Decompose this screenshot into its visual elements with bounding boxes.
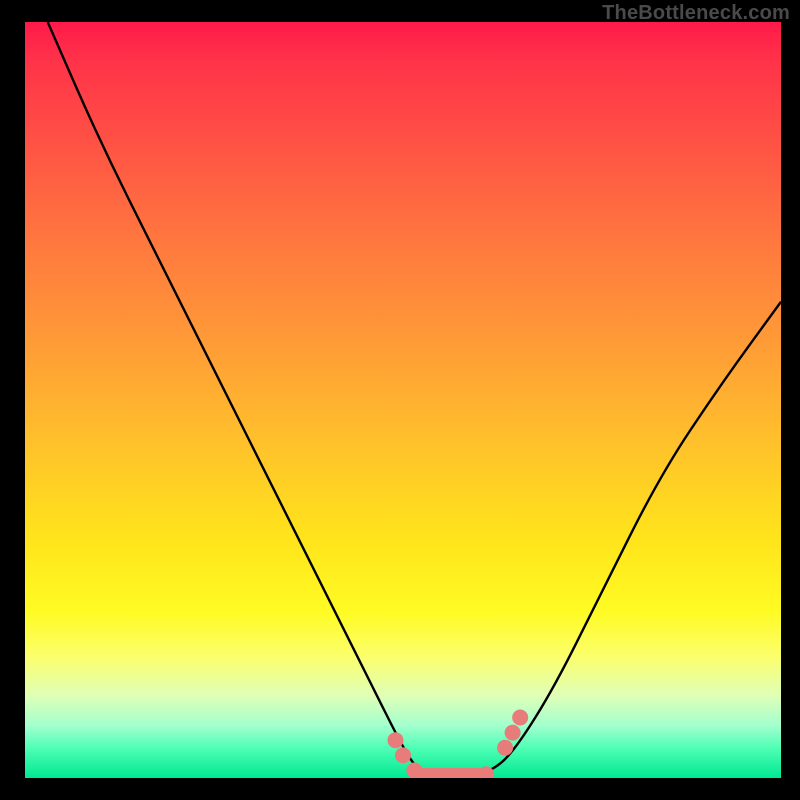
bottleneck-curve <box>48 22 781 778</box>
bottleneck-curve-svg <box>25 22 781 778</box>
curve-markers <box>387 710 528 778</box>
curve-marker <box>505 725 521 741</box>
curve-marker <box>406 762 422 778</box>
chart-plot-area <box>25 22 781 778</box>
curve-marker <box>512 710 528 726</box>
curve-marker <box>395 747 411 763</box>
attribution-watermark: TheBottleneck.com <box>602 2 790 25</box>
curve-marker <box>497 740 513 756</box>
curve-marker <box>387 732 403 748</box>
